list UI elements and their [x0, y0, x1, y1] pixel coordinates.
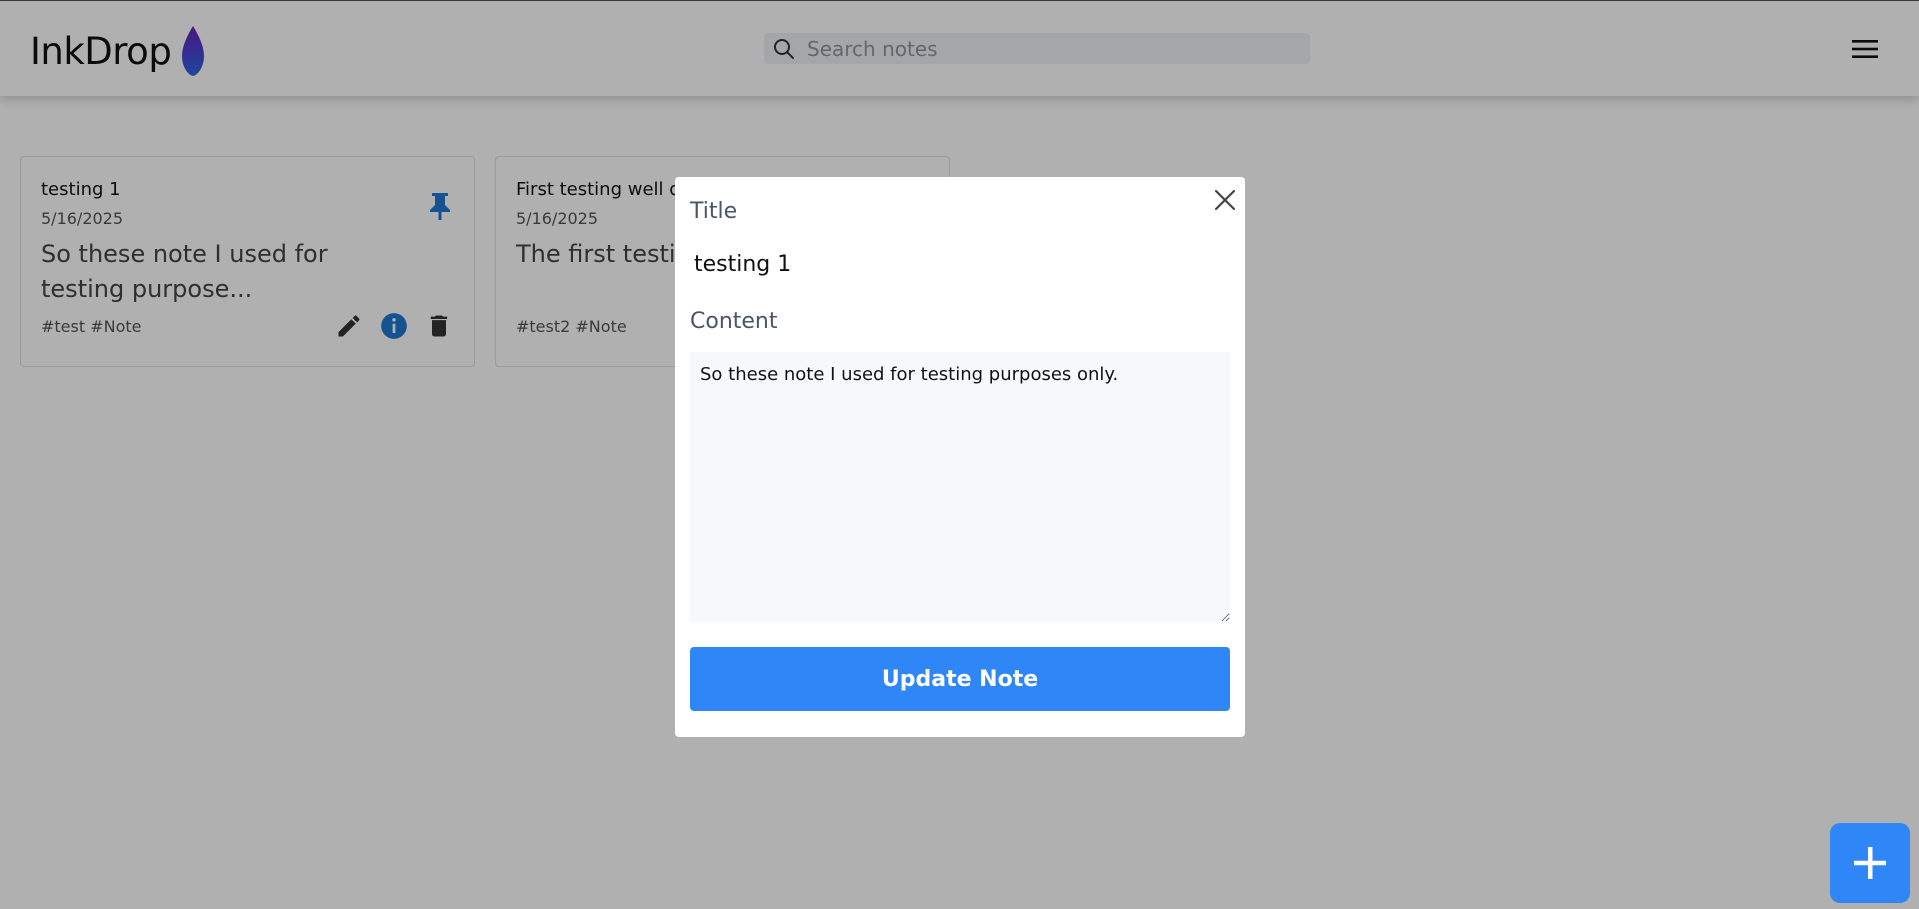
- close-icon[interactable]: [1212, 187, 1238, 213]
- content-textarea[interactable]: So these note I used for testing purpose…: [690, 352, 1230, 622]
- edit-note-modal: Title Content So these note I used for t…: [675, 177, 1245, 737]
- content-label: Content: [690, 309, 778, 334]
- add-note-button[interactable]: [1830, 823, 1910, 903]
- update-note-button[interactable]: Update Note: [690, 647, 1230, 711]
- title-input[interactable]: [690, 242, 1230, 286]
- plus-icon: [1854, 847, 1886, 879]
- title-label: Title: [690, 199, 738, 224]
